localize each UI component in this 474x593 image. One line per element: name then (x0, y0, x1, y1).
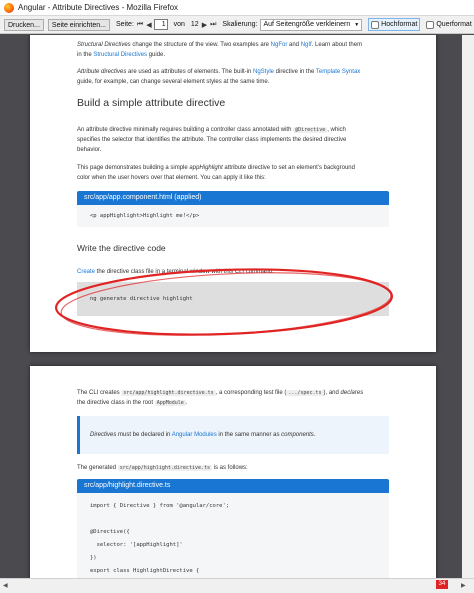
link-template-syntax[interactable]: Template Syntax (316, 69, 360, 75)
code-line: export class HighlightDirective { (90, 568, 200, 574)
landscape-icon (426, 20, 435, 29)
text: Directives (90, 432, 117, 438)
code-line: import { Directive } from '@angular/core… (90, 503, 230, 509)
paragraph-minimal: An attribute directive minimally require… (77, 125, 389, 155)
paragraph-create: Create the directive class file in a ter… (77, 267, 389, 277)
firefox-icon (4, 2, 14, 13)
horizontal-scrollbar[interactable]: ◀ ▶ (0, 578, 474, 593)
paragraph-demonstrates: This page demonstrates building a simple… (77, 163, 389, 183)
portrait-radio[interactable]: Hochformat (368, 18, 421, 31)
code-block-highlight-directive: import { Directive } from '@angular/core… (77, 493, 389, 578)
preview-page-1: Structural Directives change the structu… (30, 35, 436, 352)
paragraph-structural: Structural Directives change the structu… (77, 40, 389, 60)
link-structural-directives[interactable]: Structural Directives (93, 52, 147, 58)
text: the directive class file in a terminal w… (95, 269, 274, 275)
text: ), and (323, 390, 341, 396)
text: and (287, 42, 301, 48)
landscape-radio[interactable]: Querformat (426, 20, 472, 29)
text: Attribute directives (77, 69, 127, 75)
first-page-icon[interactable]: ⏮ (137, 21, 143, 29)
paragraph-cli-creates: The CLI creates src/app/highlight.direct… (77, 388, 389, 408)
text: the directive class in the root (77, 400, 155, 406)
total-pages: 12 (190, 21, 199, 28)
heading-write-directive: Write the directive code (77, 243, 166, 253)
scale-value: Auf Seitengröße verkleinern (263, 20, 351, 28)
code-inline: .../spec.ts (286, 390, 324, 396)
print-button[interactable]: Drucken... (4, 18, 44, 31)
page-setup-button[interactable]: Seite einrichten... (47, 18, 110, 31)
text: behavior. (77, 147, 102, 153)
code-inline: AppModule (154, 400, 186, 406)
prev-page-icon[interactable]: ◀ (146, 21, 151, 29)
text: Structural Directives (77, 42, 131, 48)
window-title: Angular - Attribute Directives - Mozilla… (18, 3, 179, 12)
terminal-command-block: ng generate directive highlight (77, 282, 389, 316)
portrait-label: Hochformat (381, 21, 418, 28)
last-page-icon[interactable]: ⏭ (210, 21, 216, 29)
link-ngfor[interactable]: NgFor (271, 42, 288, 48)
preview-page-2: The CLI creates src/app/highlight.direct… (30, 366, 436, 578)
code-title-app-component: src/app/app.component.html (applied) (77, 191, 389, 205)
code-inline: @Directive (293, 127, 328, 133)
text: color when the user hovers over that ele… (77, 175, 266, 181)
scale-select[interactable]: Auf Seitengröße verkleinern ▼ (260, 18, 363, 31)
text: This page demonstrates building a simple (77, 165, 190, 171)
text: The generated (77, 465, 118, 471)
text: are used as attributes of elements. The … (126, 69, 253, 75)
code-line: }) (90, 555, 97, 561)
chevron-down-icon: ▼ (354, 21, 360, 28)
text: is as follows: (212, 465, 248, 471)
link-ngif[interactable]: NgIf (301, 42, 312, 48)
status-badge: 34 (436, 580, 448, 589)
page-number-input[interactable]: 1 (153, 19, 168, 30)
text: directive in the (274, 69, 316, 75)
link-ngstyle[interactable]: NgStyle (253, 69, 274, 75)
code-line: selector: '[appHighlight]' (90, 542, 183, 548)
window-titlebar: Angular - Attribute Directives - Mozilla… (0, 0, 474, 16)
text: change the structure of the view. Two ex… (130, 42, 271, 48)
heading-build-directive: Build a simple attribute directive (77, 97, 226, 109)
text: guide. (147, 52, 166, 58)
preview-viewport[interactable]: Structural Directives change the structu… (0, 35, 474, 578)
text: specifies the selector that identifies t… (77, 137, 347, 143)
text: The CLI creates (77, 390, 122, 396)
next-page-icon[interactable]: ▶ (202, 21, 207, 29)
page-label: Seite: (116, 21, 134, 28)
scroll-left-icon[interactable]: ◀ (3, 582, 8, 589)
text: in the (77, 52, 94, 58)
text: , which (327, 127, 346, 133)
paragraph-attribute: Attribute directives are used as attribu… (77, 67, 389, 87)
code-line: @Directive({ (90, 529, 130, 535)
text: must be declared in (116, 432, 172, 438)
scroll-right-icon[interactable]: ▶ (461, 582, 466, 589)
print-preview-toolbar: Drucken... Seite einrichten... Seite: ⏮ … (0, 16, 474, 34)
text: in the same manner as (216, 432, 282, 438)
callout-note: Directives must be declared in Angular M… (77, 416, 389, 454)
text: . (313, 432, 316, 438)
text: components (281, 432, 314, 438)
text: , a corresponding test file ( (215, 390, 287, 396)
landscape-label: Querformat (436, 21, 472, 28)
text: declares (340, 390, 364, 396)
of-label: von (173, 21, 185, 28)
vertical-scrollbar[interactable] (462, 35, 474, 578)
text: guide, for example, can change several e… (77, 79, 270, 85)
link-create[interactable]: Create (77, 269, 95, 275)
text: An attribute directive minimally require… (77, 127, 294, 133)
text: . Learn about them (311, 42, 363, 48)
scale-label: Skalierung: (222, 21, 258, 28)
code-title-highlight-directive: src/app/highlight.directive.ts (77, 479, 389, 493)
code-inline: src/app/highlight.directive.ts (121, 390, 216, 396)
paragraph-generated: The generated src/app/highlight.directiv… (77, 463, 389, 473)
text: appHighlight (189, 165, 223, 171)
text: attribute directive to set an element's … (222, 165, 355, 171)
link-angular-modules[interactable]: Angular Modules (172, 432, 217, 438)
text: . (185, 400, 188, 406)
code-block-app-component: <p appHighlight>Highlight me!</p> (77, 205, 389, 227)
code-inline: src/app/highlight.directive.ts (117, 465, 213, 471)
portrait-icon (371, 20, 380, 29)
